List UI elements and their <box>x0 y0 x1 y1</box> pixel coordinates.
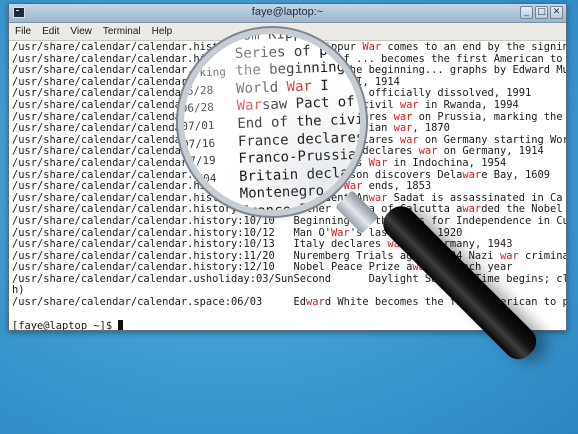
terminal-text: d White becomes the first American to pe… <box>324 296 566 309</box>
magnified-match: War <box>236 97 263 115</box>
terminal-text: /usr/share/calendar/calendar.history:10/… <box>12 238 388 251</box>
highlighted-match: war <box>393 110 413 123</box>
text-cursor <box>118 320 124 330</box>
magnified-text: I <box>311 77 330 95</box>
highlighted-match: war <box>306 296 325 309</box>
magnified-date: 07/01 <box>184 118 215 133</box>
magnified-date: 08/04 <box>184 171 217 186</box>
title-bar[interactable]: faye@laptop:~ _ □ ✕ <box>9 4 566 23</box>
magnified-text: 05/31Yom Kippur War06/07Series of pmarki… <box>184 34 360 210</box>
terminal-text: Sadat is assassinated in Ca <box>387 191 563 204</box>
menu-help[interactable]: Help <box>152 26 173 37</box>
magnified-date: 08/08 <box>184 189 218 204</box>
terminal-text: /usr/share/calendar/calendar.history:10/… <box>12 214 400 227</box>
maximize-button[interactable]: □ <box>535 6 548 19</box>
minimize-button[interactable]: _ <box>520 6 533 19</box>
terminal-text: /usr/share/calendar/calendar.space:06/03… <box>12 296 307 309</box>
highlighted-match: war <box>399 98 419 111</box>
terminal-text: on Germany starting World <box>424 133 566 146</box>
menu-terminal[interactable]: Terminal <box>103 26 141 37</box>
magnified-date: 07/19 <box>184 153 216 169</box>
terminal-text: s for Independence in Cuba <box>418 214 566 227</box>
terminal-text: /usr/share/calendar/calendar.history:12/… <box>12 261 413 274</box>
magnified-text: Franco-Prussian <box>238 146 360 168</box>
magnified-text: Montenegro dec <box>239 182 358 203</box>
window-title: faye@laptop:~ <box>251 6 324 18</box>
highlighted-match: war <box>418 145 438 158</box>
magnified-text: Series of p <box>234 42 328 62</box>
terminal-text: , 1870 <box>412 122 450 135</box>
magnified-date: 06/28 <box>184 83 214 98</box>
magnified-text: Britain declare <box>238 164 360 185</box>
menu-edit[interactable]: Edit <box>42 26 59 37</box>
menu-file[interactable]: File <box>15 26 31 37</box>
highlighted-match: war <box>462 168 482 181</box>
magnifier-lens: 05/31Yom Kippur War06/07Series of pmarki… <box>184 34 360 210</box>
magnified-match: War <box>286 78 313 96</box>
highlighted-match: war <box>462 203 482 216</box>
highlighted-match: War <box>368 156 388 169</box>
terminal-text: on Germany, 1914 <box>437 145 544 158</box>
terminal-text: h) <box>12 284 25 297</box>
magnified-text: the beginning <box>235 59 346 80</box>
terminal-text: criminals begin <box>524 249 566 262</box>
magnified-text: France declares <box>237 129 360 150</box>
terminal-text: ends, 1853 <box>362 180 432 193</box>
magnified-text: saw Pact of <box>261 94 355 114</box>
magnified-date: 07/16 <box>184 136 216 151</box>
magnified-match: War <box>327 34 353 41</box>
magnified-text: World <box>235 79 287 97</box>
terminal-text: [faye@laptop ~]$ <box>12 320 119 330</box>
terminal-text: on Prussia, marking the beginnin <box>418 110 563 123</box>
terminal-text: in Indochina, 1954 <box>387 156 507 169</box>
magnified-date: 06/28 <box>184 101 215 116</box>
terminal-text: /usr/share/calendar/calendar.history:10/… <box>12 226 332 239</box>
highlighted-match: war <box>368 191 388 204</box>
terminal-text: ded the Nobel Peace Pr <box>481 203 563 216</box>
highlighted-match: war <box>393 122 413 135</box>
highlighted-match: war <box>499 249 519 262</box>
highlighted-match: War <box>331 226 350 239</box>
menu-view[interactable]: View <box>70 26 92 37</box>
terminal-text: becomes the first American to perform a <box>381 52 563 65</box>
close-button[interactable]: ✕ <box>550 6 563 19</box>
magnified-date: marking <box>184 65 227 81</box>
magnified-date: 06/07 <box>184 48 213 63</box>
terminal-text: e Bay, 1609 <box>481 168 551 181</box>
terminal-text: in Rwanda, 1994 <box>418 98 519 111</box>
highlighted-match: War <box>362 41 382 53</box>
terminal-text: comes to an end by the signing of a d <box>387 41 566 53</box>
magnified-date: 08/08 <box>184 204 241 210</box>
window-controls: _ □ ✕ <box>520 6 563 19</box>
highlighted-match: war <box>399 133 419 146</box>
magnified-match: War <box>341 199 360 210</box>
